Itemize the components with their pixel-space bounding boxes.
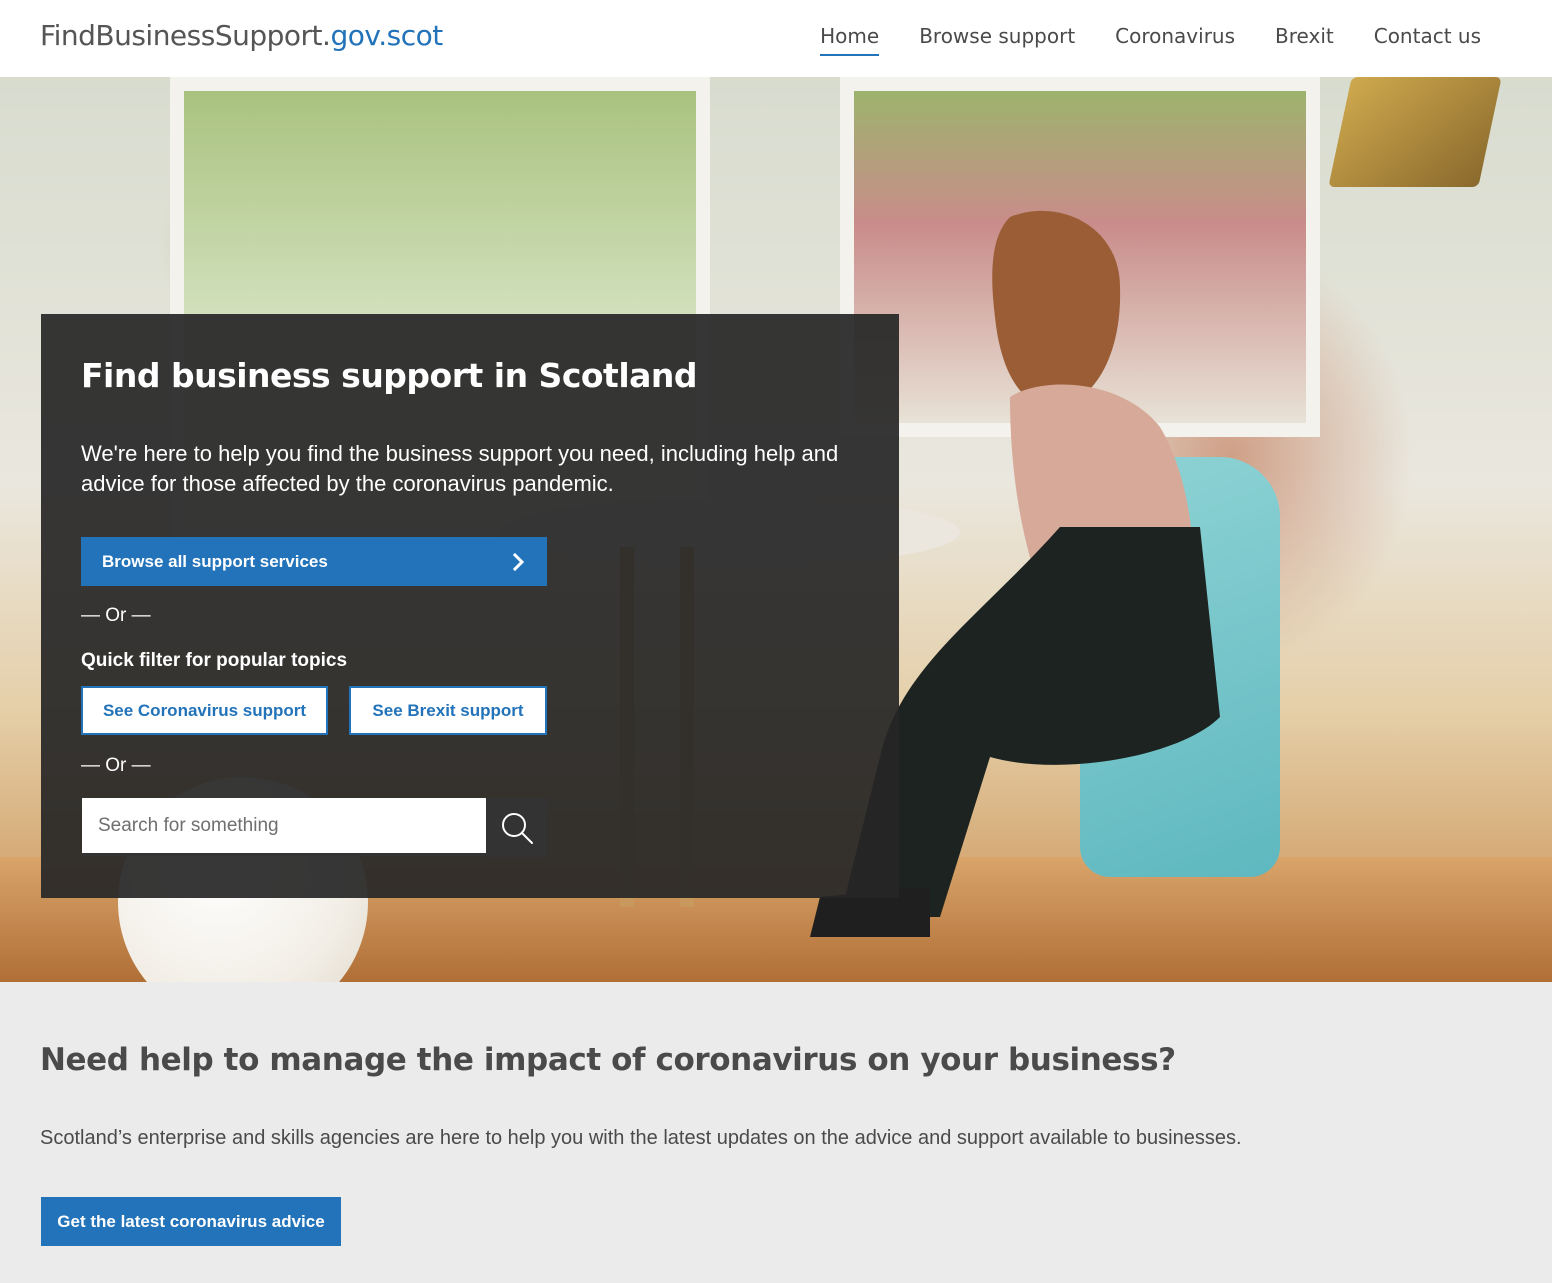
nav-browse-support[interactable]: Browse support: [919, 24, 1075, 56]
main-nav: Home Browse support Coronavirus Brexit C…: [820, 24, 1481, 56]
browse-all-support-label: Browse all support services: [102, 551, 328, 571]
nav-brexit[interactable]: Brexit: [1275, 24, 1334, 56]
browse-all-support-button[interactable]: Browse all support services: [81, 537, 547, 586]
chevron-right-icon: [513, 553, 525, 571]
nav-contact-us[interactable]: Contact us: [1374, 24, 1481, 56]
page-title: Find business support in Scotland: [81, 356, 698, 395]
search-icon: [501, 812, 533, 844]
hero-photo-lamp-shade: [1328, 77, 1502, 187]
quick-filter-label: Quick filter for popular topics: [81, 650, 348, 671]
site-header: FindBusinessSupport.gov.scot Home Browse…: [0, 0, 1552, 77]
coronavirus-help-text: Scotland’s enterprise and skills agencie…: [40, 1127, 1242, 1149]
nav-home[interactable]: Home: [820, 24, 880, 56]
coronavirus-support-filter-button[interactable]: See Coronavirus support: [81, 686, 328, 735]
site-logo[interactable]: FindBusinessSupport.gov.scot: [40, 19, 443, 52]
logo-name[interactable]: FindBusinessSupport.: [40, 19, 331, 52]
brexit-support-filter-button[interactable]: See Brexit support: [349, 686, 547, 735]
or-separator: — Or —: [81, 605, 151, 626]
or-separator: — Or —: [81, 755, 151, 776]
hero-panel: Find business support in Scotland We're …: [41, 314, 899, 898]
latest-coronavirus-advice-button[interactable]: Get the latest coronavirus advice: [41, 1197, 341, 1246]
hero-section: Find business support in Scotland We're …: [0, 77, 1552, 982]
logo-domain[interactable]: gov.scot: [330, 19, 443, 52]
search-input[interactable]: [82, 798, 486, 856]
coronavirus-help-section: Need help to manage the impact of corona…: [0, 982, 1552, 1283]
hero-intro-text: We're here to help you find the business…: [81, 441, 839, 496]
coronavirus-help-heading: Need help to manage the impact of corona…: [40, 1042, 1176, 1078]
search-button[interactable]: [486, 798, 547, 857]
nav-coronavirus[interactable]: Coronavirus: [1115, 24, 1235, 56]
